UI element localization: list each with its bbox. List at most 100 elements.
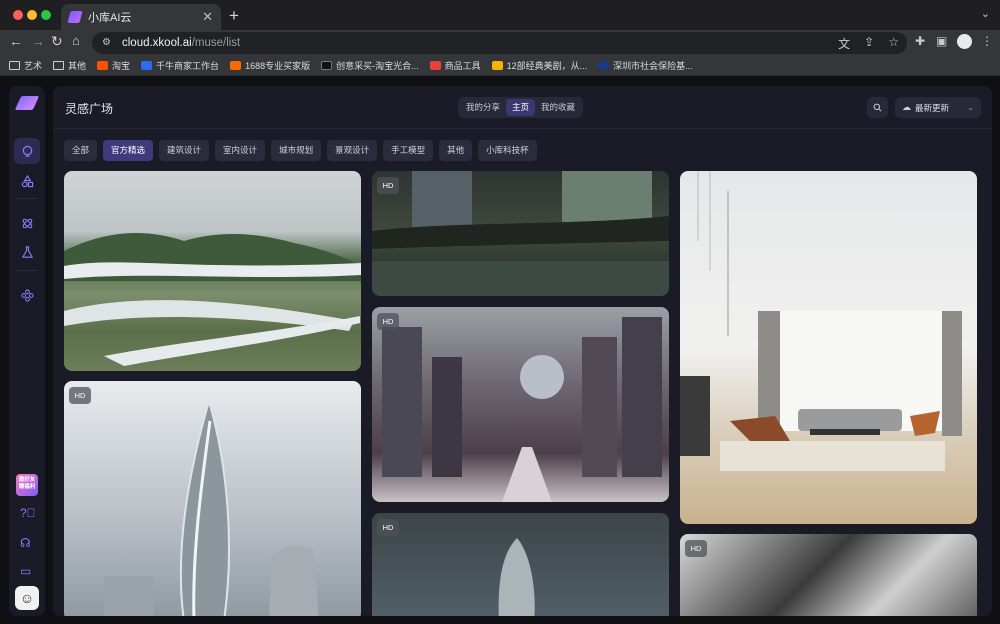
search-button[interactable]	[867, 97, 888, 118]
bookmarks-bar: 艺术 其他 淘宝 千牛商家工作台 1688专业买家版 创意采买-淘宝光合... …	[0, 56, 1000, 76]
page-title: 灵感广场	[65, 102, 114, 116]
bookmark-item[interactable]: 深圳市社会保险基...	[598, 59, 693, 72]
sort-label: 最新更新	[915, 102, 950, 113]
url-path: /muse/list	[191, 37, 241, 49]
plugin-nav-icon[interactable]	[14, 282, 40, 308]
category-filters: 全部 官方精选 建筑设计 室内设计 城市规划 景观设计 手工模型 其他 小库科技…	[64, 140, 537, 161]
flask-nav-icon[interactable]	[14, 239, 40, 265]
address-bar[interactable]: ⚙ cloud.xkool.ai/muse/list 文 ⇪ ☆	[92, 32, 907, 54]
bookmark-star-icon[interactable]: ☆	[888, 35, 899, 52]
xkool-logo-icon[interactable]	[14, 96, 40, 110]
gallery-card-landscape[interactable]	[64, 171, 361, 371]
creative-icon	[321, 61, 333, 70]
shapes-nav-icon[interactable]	[14, 168, 40, 194]
bookmark-item[interactable]: 淘宝	[97, 59, 130, 72]
browser-toolbar: ← → ↻ ⌂ ⚙ cloud.xkool.ai/muse/list 文 ⇪ ☆…	[0, 30, 1000, 56]
tower-night-image	[498, 538, 535, 616]
side-nav: 邀好友 赚福利 ?⃝ ☊ ▭ ☺	[9, 86, 45, 616]
invite-promo-badge[interactable]: 邀好友 赚福利	[16, 474, 38, 496]
share-icon[interactable]: ⇪	[864, 35, 874, 52]
filter-interior[interactable]: 室内设计	[215, 140, 266, 161]
tab-my-favorites[interactable]: 我的收藏	[535, 99, 581, 116]
bookmark-item[interactable]: 千牛商家工作台	[141, 59, 219, 72]
towers-image	[104, 397, 319, 616]
main-panel: 灵感广场 我的分享 主页 我的收藏 ☁ 最新更新 ⌄ 全部 官方精选 建筑设计 …	[53, 86, 992, 616]
inspiration-nav-icon[interactable]	[14, 138, 40, 164]
gov-icon	[598, 61, 610, 70]
search-icon	[873, 103, 882, 112]
headset-icon[interactable]: ☊	[20, 536, 31, 550]
new-tab-button[interactable]: +	[229, 6, 239, 26]
bookmark-item[interactable]: 12部经典美剧，从...	[491, 59, 587, 72]
header-divider	[53, 128, 992, 129]
minimize-window-button[interactable]	[27, 10, 37, 20]
1688-icon	[230, 61, 242, 70]
gallery-card-bw-abstract[interactable]: HD	[680, 534, 977, 616]
browser-tab-bar: 小库AI云 ✕ + ⌄	[0, 0, 1000, 30]
bookmark-item[interactable]: 1688专业买家版	[230, 59, 310, 72]
browser-tab[interactable]: 小库AI云 ✕	[61, 4, 221, 30]
profile-avatar[interactable]	[957, 34, 972, 49]
close-window-button[interactable]	[13, 10, 23, 20]
help-icon[interactable]: ?⃝	[20, 506, 36, 520]
qianniu-icon	[141, 61, 153, 70]
forward-arrow-icon[interactable]: →	[31, 33, 45, 49]
extensions-icon[interactable]: ✚	[915, 34, 925, 48]
bookmark-item[interactable]: 艺术	[9, 59, 42, 72]
s-icon	[491, 61, 503, 70]
gallery-card-tower-night[interactable]: HD	[372, 513, 669, 616]
back-arrow-icon[interactable]: ←	[9, 33, 23, 49]
tool-icon	[429, 61, 441, 70]
view-tab-group: 我的分享 主页 我的收藏	[458, 97, 584, 118]
gallery-card-living-room[interactable]	[680, 171, 977, 524]
message-icon[interactable]: ▭	[20, 564, 31, 578]
living-room-image	[680, 171, 962, 471]
reload-icon[interactable]: ↻	[51, 33, 63, 50]
tab-home[interactable]: 主页	[506, 99, 536, 116]
chevron-down-icon: ⌄	[967, 103, 974, 112]
folder-icon	[9, 61, 20, 70]
filter-all[interactable]: 全部	[64, 140, 98, 161]
gallery-card-future-city[interactable]: HD	[372, 307, 669, 502]
tab-title: 小库AI云	[88, 12, 132, 24]
side-panel-icon[interactable]: ▣	[936, 34, 947, 48]
filter-handmade-model[interactable]: 手工模型	[383, 140, 434, 161]
home-icon[interactable]: ⌂	[72, 33, 80, 48]
site-info-icon[interactable]: ⚙	[102, 37, 114, 49]
gallery-card-glass-building[interactable]: HD	[372, 171, 669, 296]
tab-search-chevron-icon[interactable]: ⌄	[981, 7, 990, 20]
tab-my-shares[interactable]: 我的分享	[460, 99, 506, 116]
nav-divider	[17, 270, 37, 271]
sort-select[interactable]: ☁ 最新更新 ⌄	[895, 97, 981, 118]
nav-divider	[17, 198, 37, 199]
tab-close-icon[interactable]: ✕	[202, 9, 213, 25]
atom-nav-icon[interactable]	[14, 210, 40, 236]
gallery-card-towers[interactable]: HD	[64, 381, 361, 616]
filter-architecture[interactable]: 建筑设计	[159, 140, 210, 161]
taobao-icon	[97, 61, 109, 70]
filter-urban-planning[interactable]: 城市规划	[271, 140, 322, 161]
bookmark-item[interactable]: 其他	[53, 59, 86, 72]
xkool-favicon-icon	[67, 11, 83, 23]
url-host: cloud.xkool.ai	[122, 37, 192, 49]
bookmark-item[interactable]: 创意采买-淘宝光合...	[321, 59, 419, 72]
future-city-image	[382, 317, 662, 502]
folder-icon	[53, 61, 65, 70]
hd-badge: HD	[685, 540, 707, 557]
filter-landscape[interactable]: 景观设计	[327, 140, 378, 161]
more-menu-icon[interactable]: ⋮	[981, 34, 993, 48]
filter-other[interactable]: 其他	[439, 140, 473, 161]
hd-badge: HD	[69, 387, 91, 404]
zoom-window-button[interactable]	[41, 10, 51, 20]
filter-xkool-cup[interactable]: 小库科技杯	[478, 140, 537, 161]
landscape-image	[64, 233, 361, 366]
app-root: 邀好友 赚福利 ?⃝ ☊ ▭ ☺ 灵感广场 我的分享 主页 我的收藏 ☁ 最新更…	[0, 76, 1000, 624]
filter-official[interactable]: 官方精选	[103, 140, 154, 161]
hd-badge: HD	[377, 177, 399, 194]
glass-building-image	[372, 171, 669, 296]
bookmark-item[interactable]: 商品工具	[429, 59, 481, 72]
translate-icon[interactable]: 文	[838, 35, 850, 52]
hd-badge: HD	[377, 519, 399, 536]
user-avatar[interactable]: ☺	[15, 586, 39, 610]
cloud-sort-icon: ☁	[902, 102, 911, 112]
